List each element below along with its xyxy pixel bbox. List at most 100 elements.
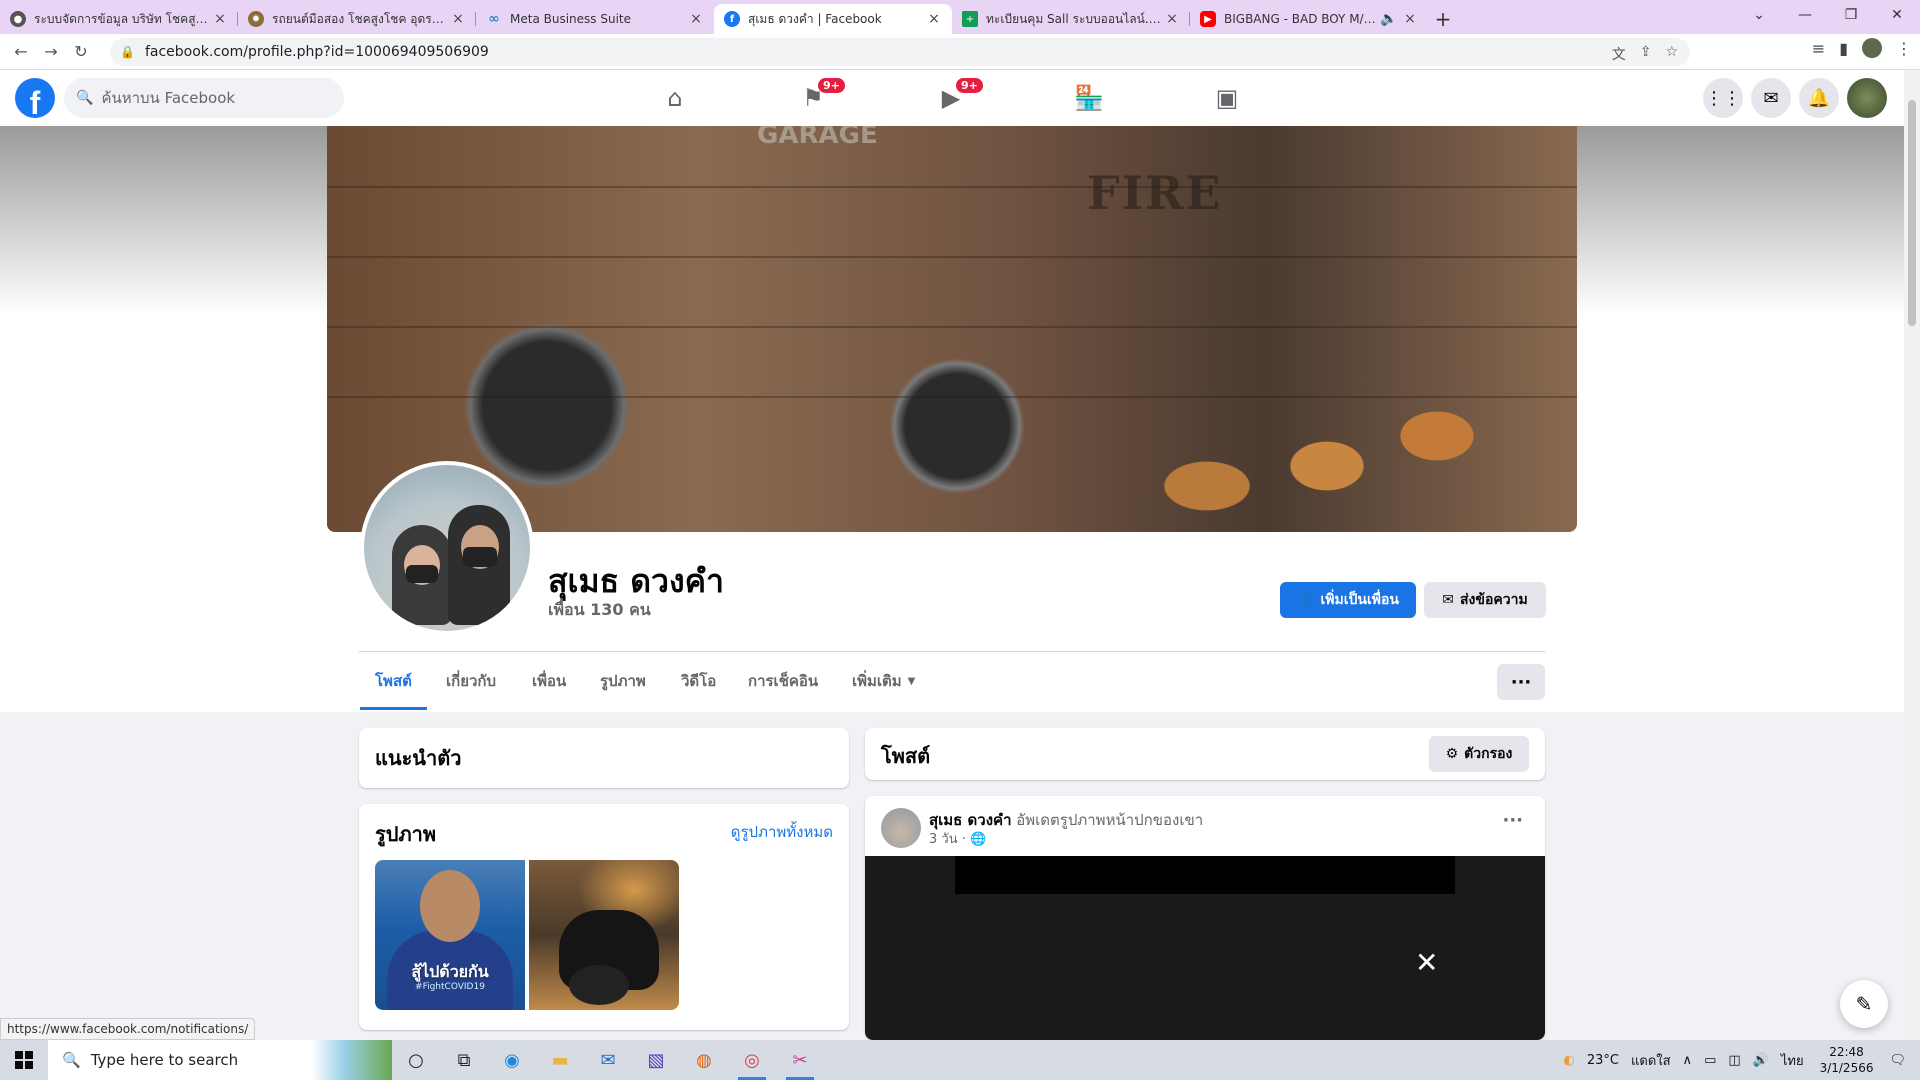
share-icon[interactable]: ⇪ xyxy=(1640,44,1652,64)
notification-center-icon[interactable]: 🗨 xyxy=(1889,1053,1906,1068)
tab-check-ins[interactable]: การเช็คอิน xyxy=(748,652,818,710)
new-tab-button[interactable]: + xyxy=(1428,4,1458,34)
account-avatar[interactable] xyxy=(1847,78,1887,118)
facebook-logo-icon[interactable]: f xyxy=(15,78,55,118)
post-card: สุเมธ ดวงคำ อัพเดตรูปภาพหน้าปกของเขา 3 ว… xyxy=(865,796,1545,1040)
facebook-icon: f xyxy=(724,11,740,27)
meta-icon: ∞ xyxy=(488,11,500,27)
meet-icon[interactable]: ▭ xyxy=(1704,1053,1716,1068)
post-author-avatar[interactable] xyxy=(881,808,921,848)
tab-more[interactable]: เพิ่มเติม ▼ xyxy=(852,652,915,710)
windows-taskbar: 🔍 Type here to search ○ ⧉ ◉ ▬ ✉ ▧ ◍ ◎ ✂ … xyxy=(0,1040,1920,1080)
status-bar-url: https://www.facebook.com/notifications/ xyxy=(0,1018,256,1040)
address-bar[interactable]: 🔒 facebook.com/profile.php?id=1000694095… xyxy=(110,38,1690,66)
new-message-compose-button[interactable]: ✎ xyxy=(1840,980,1888,1028)
post-author[interactable]: สุเมธ ดวงคำ xyxy=(929,811,1012,829)
window-close-button[interactable]: ✕ xyxy=(1874,0,1920,30)
photo-thumbnail[interactable]: สู้ไปด้วยกัน #FightCOVID19 xyxy=(375,860,525,1010)
task-view-icon[interactable]: ⧉ xyxy=(440,1040,488,1080)
cortana-icon[interactable]: ○ xyxy=(392,1040,440,1080)
photo-hashtag: #FightCOVID19 xyxy=(415,982,485,992)
browser-tab-4[interactable]: f สุเมธ ดวงคำ | Facebook × xyxy=(714,4,952,34)
taskbar-search-placeholder: Type here to search xyxy=(90,1051,239,1069)
add-friend-button[interactable]: 👤 เพิ่มเป็นเพื่อน xyxy=(1280,582,1416,618)
tab-friends[interactable]: เพื่อน xyxy=(532,652,566,710)
translate-icon[interactable]: 文 xyxy=(1612,44,1626,64)
close-icon[interactable]: × xyxy=(1164,11,1180,27)
reload-icon[interactable]: ↻ xyxy=(66,37,96,67)
cover-photo[interactable]: GARAGE FIRE xyxy=(327,126,1577,532)
chrome-icon[interactable]: ◎ xyxy=(728,1040,776,1080)
speaker-icon[interactable]: 🔊 xyxy=(1753,1053,1769,1068)
start-button[interactable] xyxy=(0,1040,48,1080)
lock-icon[interactable]: 🔒 xyxy=(120,45,135,59)
file-explorer-icon[interactable]: ▬ xyxy=(536,1040,584,1080)
see-all-photos-link[interactable]: ดูรูปภาพทั้งหมด xyxy=(731,820,833,844)
pages-flag-icon[interactable]: ⚑ 9+ xyxy=(758,70,868,126)
gaming-icon[interactable]: ▣ xyxy=(1172,70,1282,126)
browser-tab-3[interactable]: ∞ Meta Business Suite × xyxy=(476,4,714,34)
side-panel-icon[interactable]: ▮ xyxy=(1839,39,1848,58)
notification-badge: 9+ xyxy=(818,78,845,93)
send-message-button[interactable]: ✉ ส่งข้อความ xyxy=(1424,582,1546,618)
tab-search-icon[interactable]: ⌄ xyxy=(1736,0,1782,30)
forward-icon[interactable]: → xyxy=(36,37,66,67)
post-media[interactable]: ✕ xyxy=(865,856,1545,1040)
chevron-up-icon[interactable]: ∧ xyxy=(1683,1053,1693,1068)
globe-icon: ● xyxy=(10,11,26,27)
photos-title: รูปภาพ xyxy=(375,822,437,846)
post-options-icon[interactable]: ··· xyxy=(1502,810,1523,831)
filter-button[interactable]: ⚙ ตัวกรอง xyxy=(1429,736,1529,772)
page-scrollbar[interactable] xyxy=(1904,70,1920,1040)
minimize-button[interactable]: — xyxy=(1782,0,1828,30)
chrome-menu-icon[interactable]: ⋮ xyxy=(1896,39,1912,58)
scrollbar-thumb[interactable] xyxy=(1908,100,1916,326)
intro-title: แนะนำตัว xyxy=(375,746,462,770)
close-icon[interactable]: × xyxy=(926,11,942,27)
weather-temp[interactable]: 23°C xyxy=(1587,1053,1619,1068)
facebook-search-input[interactable]: 🔍 ค้นหาบน Facebook xyxy=(64,78,344,118)
browser-tab-2[interactable]: ✹ รถยนต์มือสอง โชคสูงโชค อุดรธานี × xyxy=(238,4,476,34)
close-icon[interactable]: × xyxy=(212,11,228,27)
taskbar-search-input[interactable]: 🔍 Type here to search xyxy=(48,1040,392,1080)
browser-tab-6[interactable]: ▶ BIGBANG - BAD BOY M/V - Y 🔈 × xyxy=(1190,4,1428,34)
language-indicator[interactable]: ไทย xyxy=(1781,1050,1804,1071)
home-icon[interactable]: ⌂ xyxy=(620,70,730,126)
star-icon[interactable]: ☆ xyxy=(1665,44,1678,64)
close-icon[interactable]: × xyxy=(450,11,466,27)
tab-photos[interactable]: รูปภาพ xyxy=(600,652,646,710)
profile-avatar[interactable] xyxy=(360,461,534,635)
notifications-bell-icon[interactable]: 🔔 xyxy=(1799,78,1839,118)
tab-videos[interactable]: วิดีโอ xyxy=(681,652,716,710)
browser-tab-5[interactable]: + ทะเบียนคุม Sall ระบบออนไลน์.xlsx - G × xyxy=(952,4,1190,34)
messenger-icon: ✉ xyxy=(1442,592,1455,608)
photo-thumbnail[interactable] xyxy=(529,860,679,1010)
network-icon[interactable]: ◫ xyxy=(1728,1053,1740,1068)
messenger-icon[interactable]: ✉ xyxy=(1751,78,1791,118)
close-icon[interactable]: ✕ xyxy=(1415,946,1438,979)
search-placeholder: ค้นหาบน Facebook xyxy=(101,89,236,107)
close-icon[interactable]: × xyxy=(1402,11,1418,27)
tab-posts[interactable]: โพสต์ xyxy=(360,652,427,710)
profile-avatar-icon[interactable] xyxy=(1862,38,1882,58)
browser-tab-1[interactable]: ● ระบบจัดการข้อมูล บริษัท โชคสูงโชค × xyxy=(0,4,238,34)
edge-icon[interactable]: ◉ xyxy=(488,1040,536,1080)
marketplace-icon[interactable]: 🏪 xyxy=(1034,70,1144,126)
speaker-icon[interactable]: 🔈 xyxy=(1380,11,1397,27)
app-icon[interactable]: ▧ xyxy=(632,1040,680,1080)
watch-video-icon[interactable]: ▶ 9+ xyxy=(896,70,1006,126)
post-time[interactable]: 3 วัน xyxy=(929,832,958,847)
reading-list-icon[interactable]: ≡ xyxy=(1812,39,1825,58)
posts-title: โพสต์ xyxy=(881,744,931,768)
more-options-button[interactable]: ··· xyxy=(1497,664,1545,700)
clock[interactable]: 22:48 3/1/2566 xyxy=(1820,1044,1874,1076)
friend-count[interactable]: เพื่อน 130 คน xyxy=(548,598,651,623)
mail-icon[interactable]: ✉ xyxy=(584,1040,632,1080)
snipping-tool-icon[interactable]: ✂ xyxy=(776,1040,824,1080)
menu-grid-icon[interactable]: ⋮⋮ xyxy=(1703,78,1743,118)
close-icon[interactable]: × xyxy=(688,11,704,27)
restore-button[interactable]: ❐ xyxy=(1828,0,1874,30)
firefox-icon[interactable]: ◍ xyxy=(680,1040,728,1080)
back-icon[interactable]: ← xyxy=(6,37,36,67)
tab-about[interactable]: เกี่ยวกับ xyxy=(446,652,496,710)
